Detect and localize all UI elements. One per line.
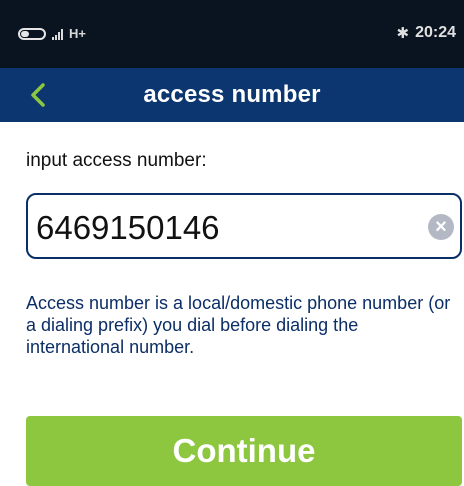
bluetooth-icon: ✱ bbox=[396, 25, 410, 42]
continue-button[interactable]: Continue bbox=[26, 416, 462, 486]
network-type: H+ bbox=[69, 26, 86, 41]
app-header: access number bbox=[0, 68, 464, 122]
toggle-icon bbox=[18, 27, 46, 40]
help-text: Access number is a local/domestic phone … bbox=[26, 293, 451, 357]
status-right-group: ✱ 20:24 bbox=[397, 24, 457, 42]
status-time: 20:24 bbox=[415, 24, 456, 41]
input-value[interactable]: 6469150146 bbox=[36, 209, 220, 247]
access-number-input[interactable]: 6469150146 × bbox=[26, 193, 462, 259]
clear-icon[interactable]: × bbox=[428, 214, 454, 240]
signal-icon bbox=[52, 28, 63, 40]
status-left-group: H+ bbox=[18, 26, 86, 41]
status-bar: H+ ✱ 20:24 bbox=[0, 0, 464, 68]
page-title: access number bbox=[143, 81, 321, 108]
input-label: input access number: bbox=[26, 150, 207, 171]
